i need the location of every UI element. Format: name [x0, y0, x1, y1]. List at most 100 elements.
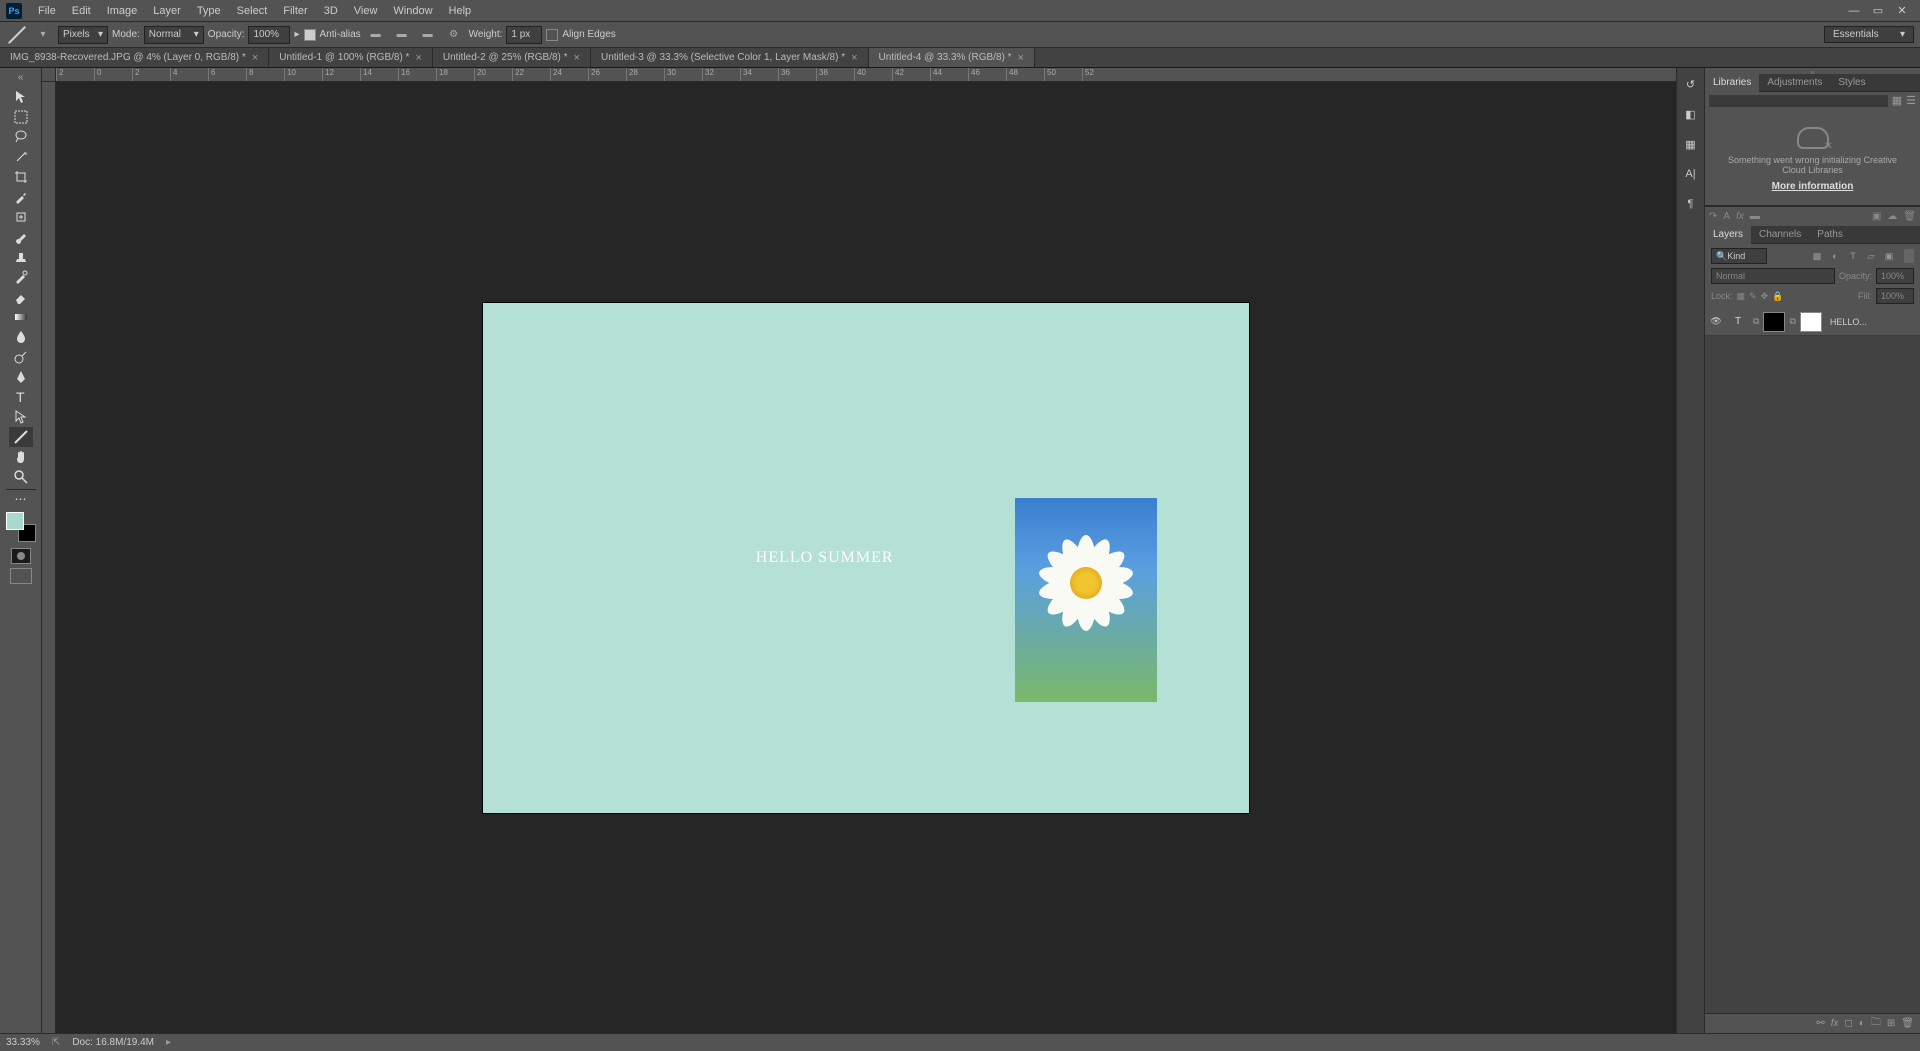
filter-pixel-icon[interactable]: ▩	[1810, 249, 1824, 263]
crop-tool[interactable]	[9, 167, 33, 187]
menu-help[interactable]: Help	[441, 0, 480, 22]
gradient-tool[interactable]	[9, 307, 33, 327]
zoom-tool[interactable]	[9, 467, 33, 487]
lib-fx-icon[interactable]: fx	[1736, 211, 1744, 222]
hand-tool[interactable]	[9, 447, 33, 467]
document-tab[interactable]: Untitled-3 @ 33.3% (Selective Color 1, L…	[591, 48, 869, 67]
lib-trash-icon[interactable]: 🗑	[1903, 211, 1916, 222]
filter-toggle[interactable]	[1904, 249, 1914, 263]
lib-arrow-icon[interactable]: ↷	[1709, 211, 1717, 222]
move-tool[interactable]	[9, 87, 33, 107]
close-tab-icon[interactable]: ×	[252, 52, 258, 64]
menu-edit[interactable]: Edit	[64, 0, 99, 22]
pen-tool[interactable]	[9, 367, 33, 387]
library-selector[interactable]	[1709, 95, 1888, 107]
align-center-icon[interactable]: ▬	[391, 24, 413, 46]
zoom-level[interactable]: 33.33%	[6, 1037, 40, 1048]
vertical-ruler[interactable]	[42, 82, 56, 1033]
align-right-icon[interactable]: ▬	[417, 24, 439, 46]
swatches-panel-icon[interactable]: ▦	[1681, 134, 1701, 154]
tool-preset-icon[interactable]: ▾	[32, 24, 54, 46]
lock-paint-icon[interactable]: ✎	[1749, 291, 1757, 302]
filter-adjustment-icon[interactable]: ◐	[1828, 249, 1842, 263]
foreground-color-swatch[interactable]	[6, 512, 24, 530]
brush-tool[interactable]	[9, 227, 33, 247]
menu-layer[interactable]: Layer	[145, 0, 189, 22]
quick-mask-mode[interactable]	[11, 548, 31, 564]
weight-input[interactable]: 1 px	[506, 26, 542, 44]
canvas-viewport[interactable]: HELLO SUMMER	[56, 82, 1676, 1033]
canvas-text-layer[interactable]: HELLO SUMMER	[756, 549, 894, 567]
canvas-image-daisy[interactable]	[1015, 498, 1157, 702]
delete-layer-icon[interactable]: 🗑	[1901, 1018, 1914, 1029]
document-tab[interactable]: Untitled-2 @ 25% (RGB/8) *×	[433, 48, 591, 67]
more-information-link[interactable]: More information	[1772, 181, 1854, 192]
zoom-popup-icon[interactable]: ⇱	[52, 1037, 60, 1048]
opacity-dropdown[interactable]: 100%	[248, 26, 290, 44]
document-tab[interactable]: IMG_8938-Recovered.JPG @ 4% (Layer 0, RG…	[0, 48, 269, 67]
lasso-tool[interactable]	[9, 127, 33, 147]
menu-filter[interactable]: Filter	[275, 0, 315, 22]
menu-select[interactable]: Select	[229, 0, 276, 22]
close-tab-icon[interactable]: ×	[1018, 52, 1024, 64]
eraser-tool[interactable]	[9, 287, 33, 307]
healing-brush-tool[interactable]	[9, 207, 33, 227]
line-tool-icon[interactable]	[6, 24, 28, 46]
panel-tab-libraries[interactable]: Libraries	[1705, 74, 1759, 92]
minimize-button[interactable]: —	[1842, 2, 1866, 20]
clone-stamp-tool[interactable]	[9, 247, 33, 267]
layer-mask-thumbnail[interactable]	[1800, 312, 1822, 332]
link-icon[interactable]: ⧉	[1753, 316, 1759, 327]
edit-toolbar-icon[interactable]: ⋯	[9, 492, 33, 506]
layer-filter-kind[interactable]: 🔍 Kind	[1711, 248, 1767, 264]
maximize-button[interactable]: ▭	[1866, 2, 1890, 20]
units-dropdown[interactable]: Pixels▾	[58, 26, 108, 44]
menu-image[interactable]: Image	[99, 0, 146, 22]
close-button[interactable]: ✕	[1890, 2, 1914, 20]
add-mask-icon[interactable]: ◻	[1845, 1018, 1853, 1029]
line-tool[interactable]	[9, 427, 33, 447]
layer-row[interactable]: 👁 T ⧉ ⧉ HELLO...	[1705, 308, 1920, 336]
workspace-selector[interactable]: Essentials▾	[1824, 26, 1914, 43]
menu-file[interactable]: File	[30, 0, 64, 22]
gear-icon[interactable]: ⚙	[443, 24, 465, 46]
paragraph-panel-icon[interactable]: ¶	[1681, 194, 1701, 214]
antialias-checkbox[interactable]: Anti-alias	[304, 29, 361, 41]
color-swatches[interactable]	[6, 512, 36, 542]
eyedropper-tool[interactable]	[9, 187, 33, 207]
panel-tab-channels[interactable]: Channels	[1751, 226, 1809, 244]
lock-position-icon[interactable]: ✥	[1761, 291, 1769, 302]
filter-type-icon[interactable]: T	[1846, 249, 1860, 263]
layer-fx-icon[interactable]: fx	[1831, 1018, 1839, 1029]
new-adjustment-icon[interactable]: ◐	[1859, 1018, 1865, 1029]
lock-transparent-icon[interactable]: ▦	[1737, 291, 1746, 302]
character-panel-icon[interactable]: A|	[1681, 164, 1701, 184]
menu-type[interactable]: Type	[189, 0, 229, 22]
filter-shape-icon[interactable]: ▱	[1864, 249, 1878, 263]
magic-wand-tool[interactable]	[9, 147, 33, 167]
collapse-toolbox-icon[interactable]: «	[18, 72, 24, 83]
layer-visibility-icon[interactable]: 👁	[1709, 316, 1723, 327]
blend-mode-dropdown[interactable]: Normal	[1711, 268, 1835, 284]
menu-window[interactable]: Window	[385, 0, 440, 22]
screen-mode-button[interactable]	[10, 568, 32, 584]
lib-a-icon[interactable]: A	[1723, 211, 1730, 222]
lib-swatch-icon[interactable]: ▬	[1750, 211, 1760, 222]
menu-view[interactable]: View	[346, 0, 386, 22]
layer-name[interactable]: HELLO...	[1830, 317, 1867, 327]
doc-size[interactable]: Doc: 16.8M/19.4M	[72, 1037, 154, 1048]
menu-3d[interactable]: 3D	[316, 0, 346, 22]
new-group-icon[interactable]: 🗀	[1871, 1015, 1881, 1032]
link-layers-icon[interactable]: ⚯	[1816, 1018, 1824, 1029]
artboard[interactable]: HELLO SUMMER	[483, 303, 1249, 813]
align-left-icon[interactable]: ▬	[365, 24, 387, 46]
layer-thumbnail[interactable]	[1763, 312, 1785, 332]
document-tab[interactable]: Untitled-4 @ 33.3% (RGB/8) *×	[869, 48, 1035, 67]
lib-add-icon[interactable]: ▣	[1872, 211, 1881, 222]
new-layer-icon[interactable]: ⊞	[1887, 1018, 1895, 1029]
document-tab[interactable]: Untitled-1 @ 100% (RGB/8) *×	[269, 48, 433, 67]
library-grid-view-icon[interactable]: ▦	[1892, 94, 1902, 107]
horizontal-ruler[interactable]: 2024681012141618202224262830323436384042…	[56, 68, 1676, 82]
opacity-slider-icon[interactable]: ▸	[294, 29, 299, 40]
history-brush-tool[interactable]	[9, 267, 33, 287]
